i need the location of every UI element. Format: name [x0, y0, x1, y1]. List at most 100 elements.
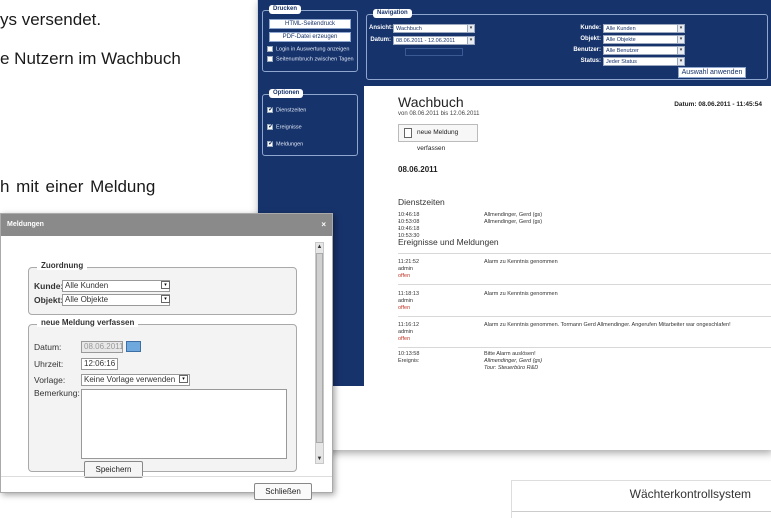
chevron-down-icon[interactable]: ▾	[179, 375, 188, 383]
login-option[interactable]: Login in Auswertung anzeigen	[267, 46, 349, 52]
option-label: Ereignisse	[276, 124, 302, 131]
event-status: offen	[398, 273, 411, 279]
event-user: admin	[398, 298, 413, 304]
ansicht-select[interactable]: Wachbuch ▾	[393, 24, 475, 33]
zuordnung-legend: Zuordnung	[37, 261, 88, 270]
waechterkontrollsystem-panel: Wächterkontrollsystem	[511, 480, 771, 518]
datum-label: Datum:	[34, 342, 62, 352]
uhrzeit-value: 12:06:16	[84, 359, 116, 368]
close-icon[interactable]: ×	[321, 214, 326, 236]
meldungen-checkbox[interactable]	[267, 139, 274, 147]
divider	[398, 284, 771, 285]
login-checkbox[interactable]	[267, 46, 273, 52]
option-ereignisse[interactable]: Ereignisse	[267, 122, 302, 131]
pagebreak-option[interactable]: Seitenumbruch zwischen Tagen	[267, 56, 354, 62]
kunde-label: Kunde:	[580, 25, 601, 31]
dialog-scrollbar[interactable]: ▲ ▼	[315, 242, 324, 464]
chevron-down-icon: ▾	[677, 58, 684, 65]
event-user: admin	[398, 329, 413, 335]
pdf-export-button[interactable]: PDF-Datei erzeugen	[269, 32, 351, 42]
drucken-panel: Drucken HTML-Seitendruck PDF-Datei erzeu…	[262, 5, 358, 72]
top-toolbar: Drucken HTML-Seitendruck PDF-Datei erzeu…	[258, 0, 771, 86]
divider	[1, 476, 332, 477]
event-description: Bitte Alarm auslösen!	[484, 351, 536, 357]
page-title: Wachbuch	[398, 94, 464, 110]
benutzer-select[interactable]: Alle Benutzer ▾	[603, 46, 685, 55]
divider	[398, 253, 771, 254]
vorlage-select[interactable]: Keine Vorlage verwenden	[81, 374, 190, 386]
datum-field[interactable]: 08.06.2011	[81, 341, 123, 353]
scroll-up-icon[interactable]: ▲	[316, 243, 323, 251]
event-description: Alarm zu Kenntnis genommen. Tormann Gerd…	[484, 322, 731, 328]
scroll-thumb[interactable]	[316, 253, 323, 443]
option-label: Dienstzeiten	[276, 107, 307, 114]
objekt-select[interactable]: Alle Objekte ▾	[603, 35, 685, 44]
divider	[512, 511, 771, 512]
event-status: offen	[398, 336, 411, 342]
chevron-down-icon: ▾	[467, 25, 474, 32]
pagebreak-option-label: Seitenumbruch zwischen Tagen	[276, 56, 354, 63]
new-report-button[interactable]: neue Meldung verfassen	[398, 124, 478, 152]
day-heading: 08.06.2011	[398, 165, 438, 174]
navigation-panel: Navigation Ansicht: Wachbuch ▾ Datum: 08.…	[366, 9, 768, 80]
ereignisse-checkbox[interactable]	[267, 122, 274, 130]
event-user: admin	[398, 266, 413, 272]
kunde-label: Kunde:	[34, 281, 64, 291]
navigation-title: Navigation	[373, 9, 412, 18]
status-select[interactable]: Jeder Status ▾	[603, 57, 685, 66]
chevron-down-icon[interactable]: ▾	[161, 281, 170, 289]
chevron-down-icon: ▾	[677, 36, 684, 43]
event-time: 11:21:52	[398, 259, 420, 265]
objekt-select[interactable]: Alle Objekte	[62, 294, 170, 306]
new-report-legend: neue Meldung verfassen	[37, 318, 139, 327]
divider	[398, 316, 771, 317]
chevron-down-icon[interactable]: ▾	[161, 295, 170, 303]
shift-person: Allmendinger, Gerd (gs)	[484, 212, 543, 218]
kunde-select[interactable]: Alle Kunden ▾	[603, 24, 685, 33]
benutzer-label: Benutzer:	[573, 47, 601, 53]
ansicht-label: Ansicht:	[369, 25, 393, 31]
apply-selection-button[interactable]: Auswahl anwenden	[678, 67, 746, 78]
date-range-text: von 08.06.2011 bis 12.06.2011	[398, 111, 480, 117]
benutzer-value: Alle Benutzer	[606, 48, 639, 54]
calendar-icon[interactable]	[126, 341, 141, 352]
option-dienstzeiten[interactable]: Dienstzeiten	[267, 105, 307, 114]
close-dialog-button[interactable]: Schließen	[254, 483, 312, 500]
event-time: 10:13:58 Ereignis:	[398, 351, 420, 364]
uhrzeit-field[interactable]: 12:06:16	[81, 358, 118, 370]
objekt-label: Objekt:	[34, 295, 64, 305]
document-icon	[404, 128, 412, 138]
event-description: Alarm zu Kenntnis genommen	[484, 259, 558, 265]
option-meldungen[interactable]: Meldungen	[267, 139, 303, 147]
html-print-button[interactable]: HTML-Seitendruck	[269, 19, 351, 29]
event-time: 11:16:12	[398, 322, 420, 328]
scroll-down-icon[interactable]: ▼	[316, 455, 323, 463]
login-option-label: Login in Auswertung anzeigen	[276, 46, 350, 53]
wachbuch-app-window: Drucken HTML-Seitendruck PDF-Datei erzeu…	[257, 0, 771, 450]
dienstzeiten-heading: Dienstzeiten	[398, 197, 445, 207]
bemerkung-label: Bemerkung:	[34, 388, 80, 398]
drucken-title: Drucken	[269, 5, 302, 14]
wachbuch-content: Wachbuch von 08.06.2011 bis 12.06.2011 D…	[364, 86, 771, 450]
datum-range-value: 08.06.2011 - 12.06.2011	[396, 38, 456, 44]
kunde-value: Alle Kunden	[606, 26, 636, 32]
divider	[398, 347, 771, 348]
datum-range-field[interactable]: 08.06.2011 - 12.06.2011 ▾	[393, 36, 475, 45]
pagebreak-checkbox[interactable]	[267, 56, 273, 62]
doc-text-line-3: h mit einer Meldung	[0, 177, 156, 196]
event-tour: Tour: Steuerbüro R&D	[484, 365, 539, 371]
dienstzeiten-checkbox[interactable]	[267, 105, 274, 113]
new-report-fieldset: neue Meldung verfassen Datum: 08.06.2011…	[28, 318, 297, 478]
kunde-select[interactable]: Alle Kunden	[62, 280, 170, 292]
dialog-title: Meldungen	[7, 221, 44, 228]
bemerkung-textarea[interactable]	[81, 389, 287, 459]
event-time: 11:18:13	[398, 291, 420, 297]
ansicht-value: Wachbuch	[396, 26, 422, 32]
chevron-down-icon: ▾	[677, 25, 684, 32]
chevron-down-icon: ▾	[677, 47, 684, 54]
dialog-titlebar[interactable]: Meldungen ×	[1, 214, 332, 236]
doc-text-line-2: e Nutzern im Wachbuch	[0, 49, 181, 68]
event-person: Allmendinger, Gerd (gs)	[484, 358, 543, 364]
event-status: offen	[398, 305, 411, 311]
vorlage-value: Keine Vorlage verwenden	[84, 375, 176, 384]
